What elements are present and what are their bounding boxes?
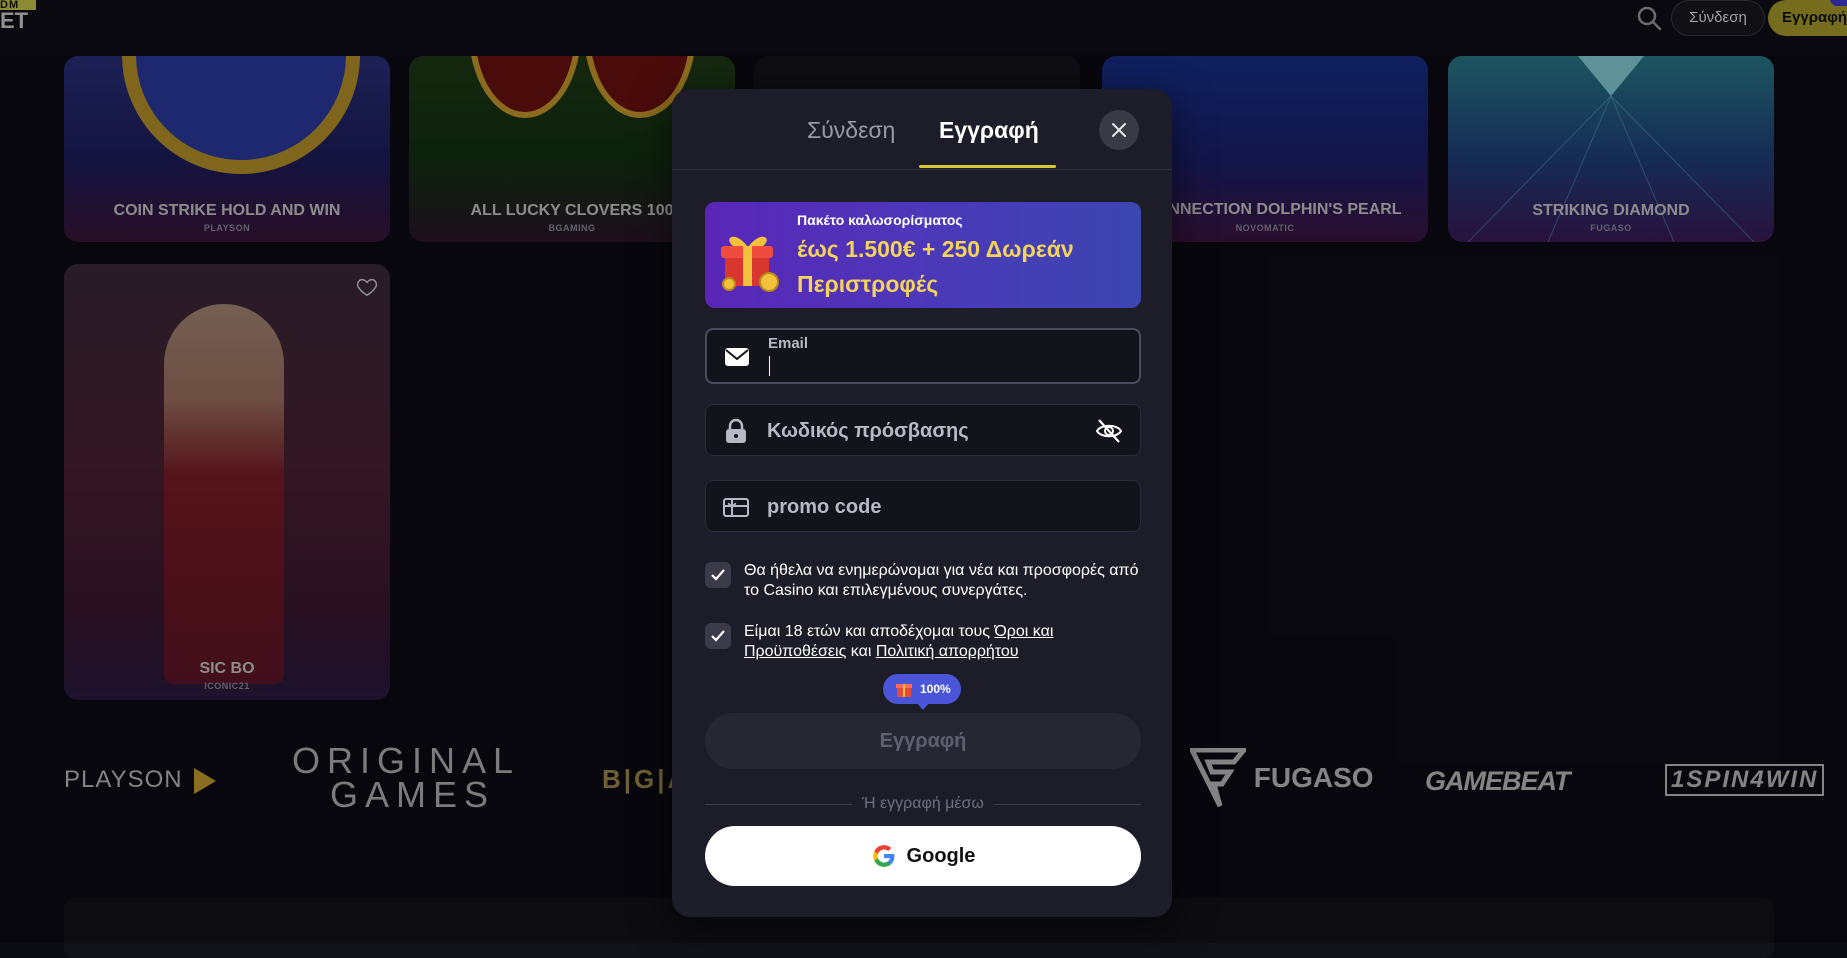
terms-checkbox[interactable] [705,623,731,649]
promo-code-field[interactable]: promo code [705,480,1141,532]
newsletter-checkbox[interactable] [705,562,731,588]
promo-code-placeholder: promo code [767,496,882,518]
eye-off-icon[interactable] [1094,416,1124,446]
promo-title: έως 1.500€ + 250 Δωρεάν Περιστροφές [797,236,1074,297]
badge-pointer [916,702,930,710]
auth-tabs: Σύνδεση Εγγραφή [672,89,1172,170]
email-label: Email [768,335,809,352]
lock-icon [726,418,746,443]
tab-register[interactable]: Εγγραφή [939,117,1039,144]
newsletter-consent-text: Θα ήθελα να ενημερώνομαι για νέα και προ… [744,562,1139,599]
promo-subtitle: Πακέτο καλωσορίσματος [797,212,963,228]
register-submit-button[interactable]: Εγγραφή [705,713,1141,769]
privacy-policy-link[interactable]: Πολιτική απορρήτου [876,643,1019,660]
gift-icon [896,684,912,697]
google-button-label: Google [906,844,976,867]
close-button[interactable] [1099,110,1139,150]
bonus-badge-label: 100% [920,682,951,696]
bonus-badge: 100% [883,674,961,710]
active-tab-indicator [919,165,1056,168]
email-field[interactable]: Email [705,328,1141,384]
divider-text: Ή εγγραφή μέσω [852,795,994,812]
password-field[interactable]: Κωδικός πρόσβασης [705,404,1141,456]
gift-card-icon [723,498,749,517]
terms-text-mid: και [846,643,876,660]
divider-text-wrap: Ή εγγραφή μέσω [705,795,1141,813]
check-icon [711,569,725,581]
welcome-promo-banner: Πακέτο καλωσορίσματος έως 1.500€ + 250 Δ… [705,202,1141,308]
tab-login[interactable]: Σύνδεση [807,117,895,144]
google-signup-button[interactable]: Google [705,826,1141,886]
google-icon [872,845,894,867]
terms-text-pre: Είμαι 18 ετών και αποδέχομαι τους [744,623,995,640]
auth-modal: Σύνδεση Εγγραφή Πακέτο καλωσορίσματος έω… [672,89,1172,917]
terms-consent-text: Είμαι 18 ετών και αποδέχομαι τους Όροι κ… [744,622,1144,662]
text-cursor [769,356,770,376]
gift-icon [721,236,779,292]
close-icon [1112,123,1126,137]
check-icon [711,630,725,642]
envelope-icon [725,348,749,366]
social-divider: Ή εγγραφή μέσω [705,795,1141,815]
password-placeholder: Κωδικός πρόσβασης [767,420,969,442]
